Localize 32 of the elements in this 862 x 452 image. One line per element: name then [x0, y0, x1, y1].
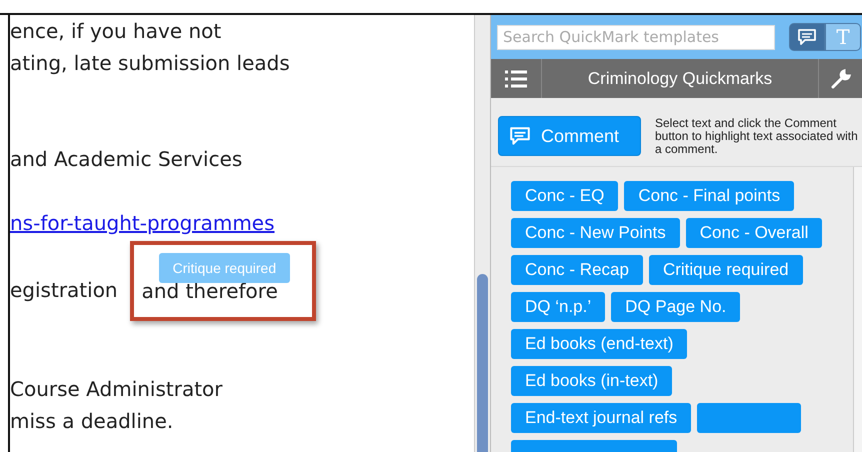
quickmark-chip[interactable]: Conc - EQ [511, 181, 618, 211]
scrollbar[interactable] [853, 167, 862, 452]
comment-mode-button[interactable] [789, 23, 825, 51]
menu-icon [505, 70, 527, 88]
document-text: ence, if you have not [10, 18, 222, 45]
quickmark-chip[interactable]: Critique required [648, 255, 803, 285]
document-link[interactable]: ns-for-taught-programmes [10, 207, 275, 239]
comment-icon [509, 125, 531, 147]
document-text: Course Administrator [10, 376, 223, 403]
comment-button[interactable]: Comment [498, 116, 641, 156]
search-field[interactable]: Search QuickMark templates [497, 24, 775, 50]
text-mode-button[interactable]: T [825, 23, 861, 51]
wrench-icon [831, 68, 851, 88]
quickmark-chip[interactable]: Ed books (in-text) [511, 366, 672, 396]
document-text: miss a deadline. [10, 408, 174, 435]
help-text: Select text and click the Comment button to highlight text associated with a comment. [655, 116, 859, 156]
quickmark-chip[interactable]: Ed books (end-text) [511, 329, 688, 359]
document-text: egistration [10, 277, 118, 304]
quickmark-chip[interactable]: End-text journal refs [511, 403, 692, 433]
document-text: ating, late submission leads [10, 50, 290, 77]
quickmark-chip[interactable]: DQ Page No. [611, 292, 740, 322]
document-text: and Academic Services [10, 146, 242, 173]
set-title: Criminology Quickmarks [586, 68, 774, 90]
quickmark-tag[interactable]: Critique required [158, 253, 290, 283]
quickmark-chip[interactable]: Conc - New Points [511, 218, 680, 248]
quickmark-chip[interactable]: Conc - Recap [511, 255, 643, 285]
scrollbar-thumb[interactable] [477, 274, 488, 452]
quickmark-chip[interactable]: Conc - Overall [686, 218, 822, 248]
quickmark-chip[interactable]: Conc - Final points [624, 181, 794, 211]
quickmark-chip[interactable]: DQ ‘n.p.’ [511, 292, 606, 322]
comment-icon [797, 27, 817, 47]
scrollbar[interactable] [474, 15, 490, 452]
